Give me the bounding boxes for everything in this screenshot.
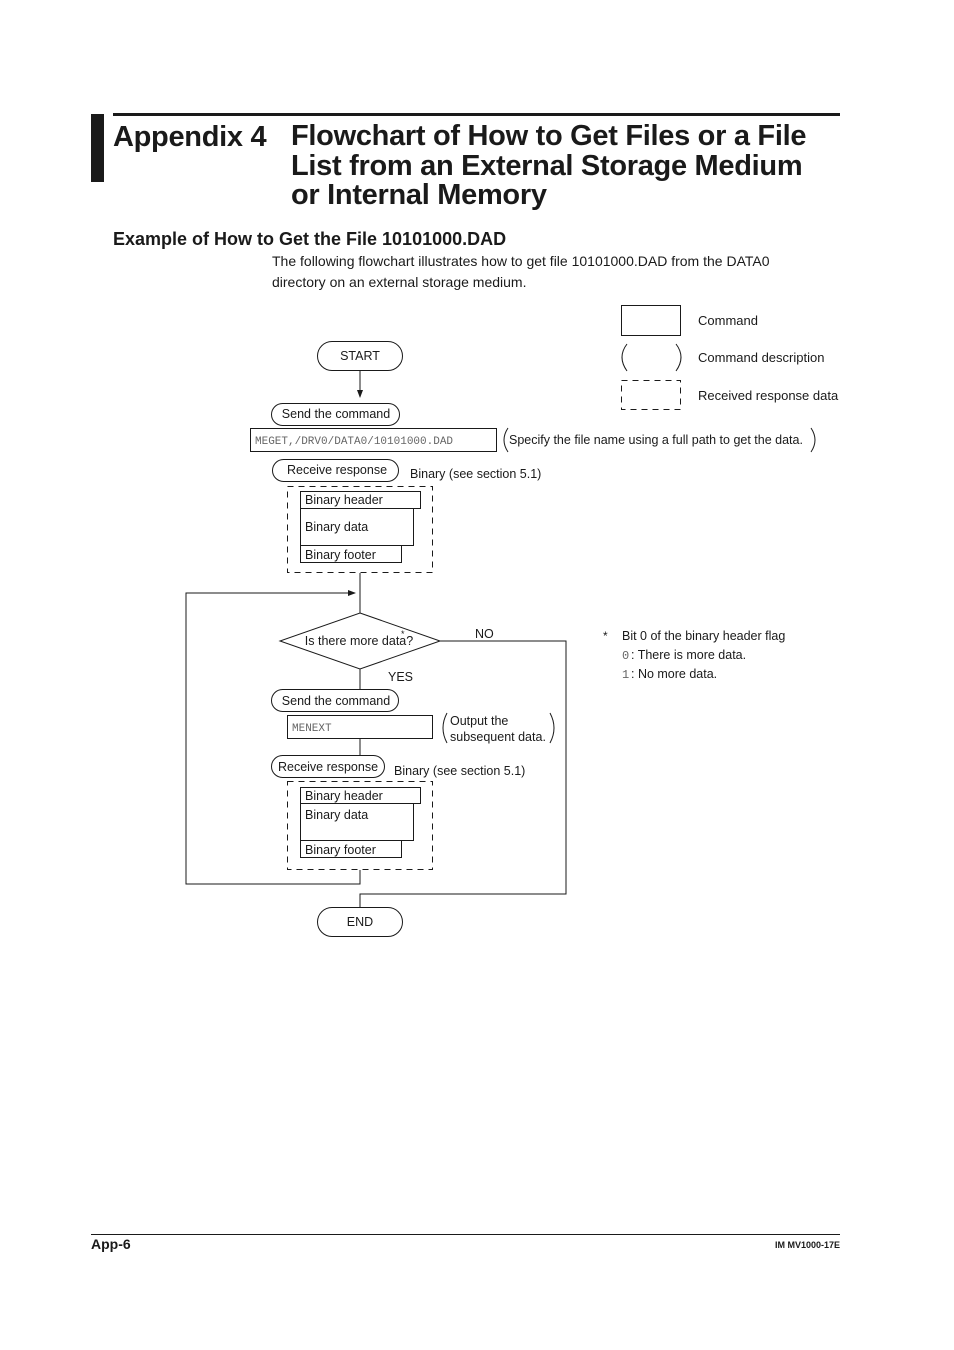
menext-command-description-line: Output the xyxy=(450,714,508,728)
description-left-paren xyxy=(503,427,509,453)
binary-data-label: Binary data xyxy=(305,808,368,822)
footnote-marker: * xyxy=(603,629,608,643)
menext-command-description-line: subsequent data. xyxy=(450,730,546,744)
decision-footnote-marker: * xyxy=(401,629,405,639)
send-command-label: Send the command xyxy=(282,694,390,708)
legend-command-symbol xyxy=(621,305,681,336)
meget-command-description: Specify the file name using a full path … xyxy=(509,433,803,447)
binary-header-label: Binary header xyxy=(305,493,383,507)
menext-command-text: MENEXT xyxy=(292,723,332,735)
description-right-paren xyxy=(549,712,555,744)
footnote: * Bit 0 of the binary header flag 0 : Th… xyxy=(603,629,785,682)
response-note: Binary (see section 5.1) xyxy=(410,467,541,481)
footnote-title: Bit 0 of the binary header flag xyxy=(622,629,785,643)
binary-data-label: Binary data xyxy=(305,520,368,534)
footnote-code: 0 xyxy=(622,649,629,663)
no-label: NO xyxy=(475,627,494,641)
legend-response-symbol xyxy=(621,380,681,410)
binary-footer-label: Binary footer xyxy=(305,548,376,562)
response-note: Binary (see section 5.1) xyxy=(394,764,525,778)
send-command-label: Send the command xyxy=(282,407,390,421)
yes-label: YES xyxy=(388,670,413,684)
receive-response-label: Receive response xyxy=(278,760,378,774)
binary-footer-label: Binary footer xyxy=(305,843,376,857)
meget-command-text: MEGET,/DRV0/DATA0/10101000.DAD xyxy=(255,436,453,448)
footnote-text: : No more data. xyxy=(631,667,717,681)
end-label: END xyxy=(347,915,373,929)
binary-header-label: Binary header xyxy=(305,789,383,803)
decision-label: Is there more data? xyxy=(305,634,413,648)
receive-response-label: Receive response xyxy=(287,463,387,477)
description-left-paren xyxy=(442,712,448,744)
footnote-code: 1 xyxy=(622,668,629,682)
flowchart: Command Command description Received res… xyxy=(185,305,839,937)
legend-description-right-paren xyxy=(675,343,682,372)
page-number: App-6 xyxy=(91,1236,131,1252)
legend-response-label: Received response data xyxy=(698,388,839,403)
legend: Command Command description Received res… xyxy=(621,305,839,410)
legend-description-label: Command description xyxy=(698,350,824,365)
footnote-text: : There is more data. xyxy=(631,648,746,662)
description-right-paren xyxy=(810,427,816,453)
footer-rule xyxy=(91,1234,840,1235)
legend-command-label: Command xyxy=(698,313,758,328)
start-label: START xyxy=(340,349,380,363)
document-id: IM MV1000-17E xyxy=(774,1240,840,1250)
legend-description-left-paren xyxy=(621,343,628,372)
